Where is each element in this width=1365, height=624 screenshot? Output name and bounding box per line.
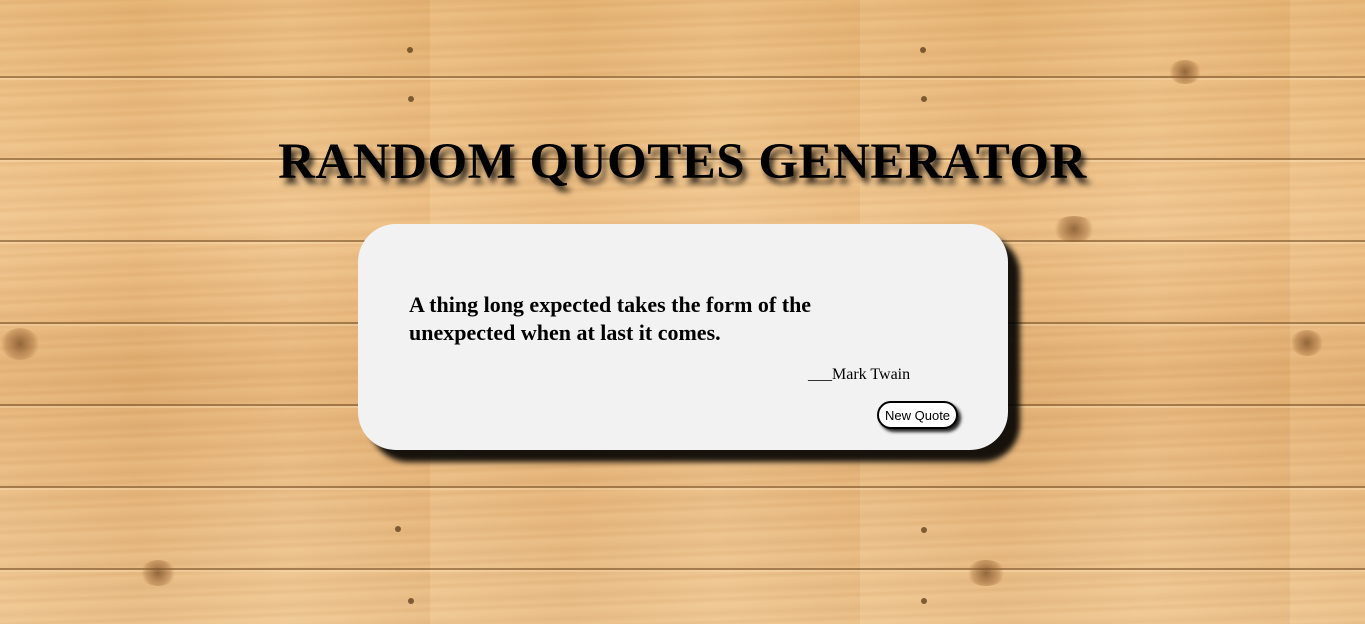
- wood-knot: [0, 328, 40, 360]
- wood-knot: [1168, 60, 1202, 84]
- nail-icon: [395, 526, 401, 532]
- nail-icon: [408, 96, 414, 102]
- new-quote-button[interactable]: New Quote: [877, 401, 959, 429]
- quote-author: ___Mark Twain: [808, 366, 910, 384]
- nail-icon: [407, 47, 413, 53]
- wood-knot: [966, 560, 1006, 586]
- wood-knot: [140, 560, 176, 586]
- author-name: Mark Twain: [832, 366, 911, 383]
- quote-card: A thing long expected takes the form of …: [358, 224, 1008, 450]
- page-title: RANDOM QUOTES GENERATOR: [278, 134, 1087, 190]
- nail-icon: [921, 598, 927, 604]
- nail-icon: [920, 47, 926, 53]
- author-prefix: ___: [808, 366, 832, 383]
- wood-knot: [1290, 330, 1324, 356]
- nail-icon: [921, 527, 927, 533]
- nail-icon: [408, 598, 414, 604]
- nail-icon: [921, 96, 927, 102]
- quote-text: A thing long expected takes the form of …: [409, 292, 812, 345]
- wood-knot: [1052, 216, 1096, 242]
